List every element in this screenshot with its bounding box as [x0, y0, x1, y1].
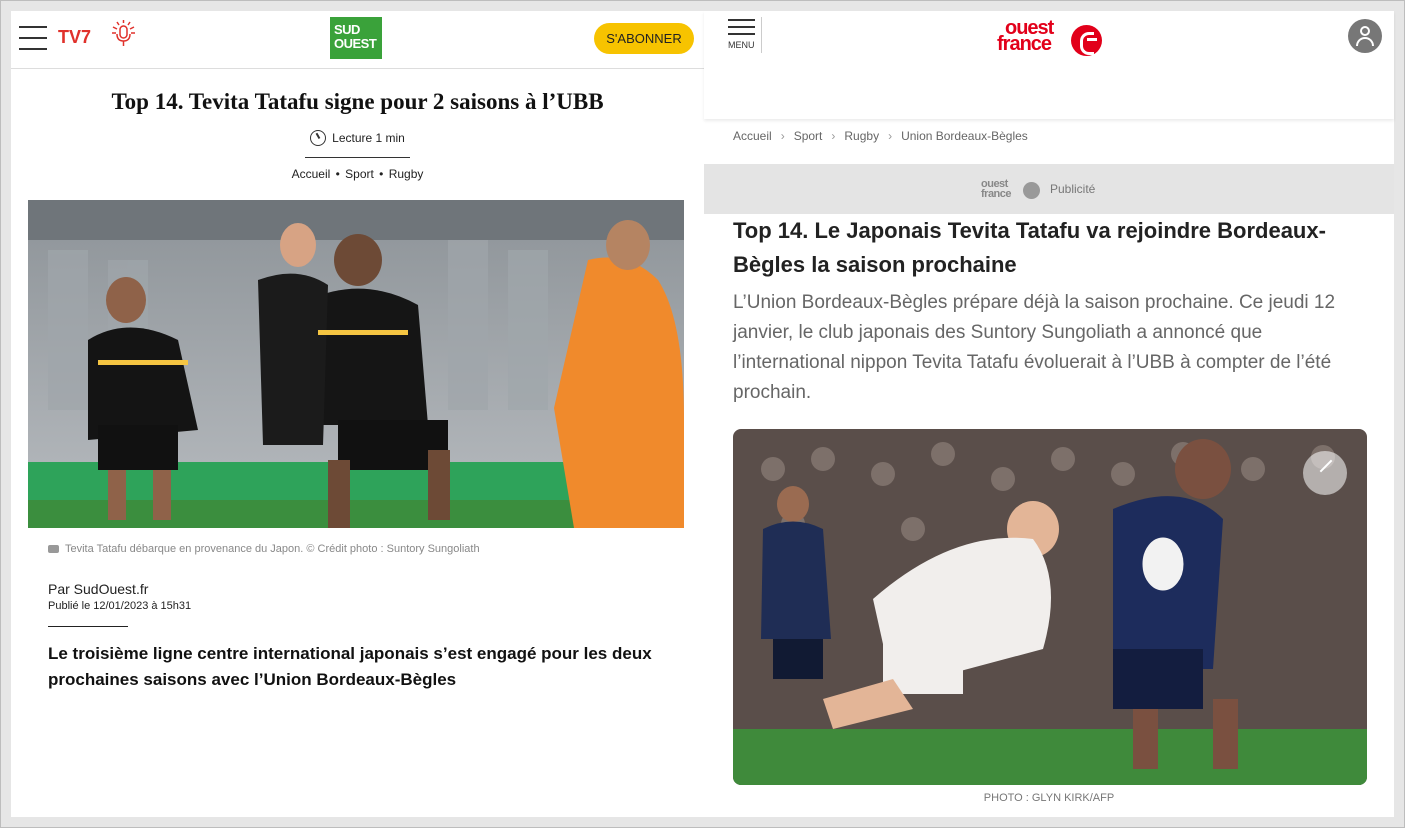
breadcrumb-rugby[interactable]: Rugby [389, 167, 424, 181]
subscribe-button[interactable]: S'ABONNER [594, 23, 694, 54]
article-title: Top 14. Le Japonais Tevita Tatafu va rej… [733, 218, 1326, 277]
breadcrumb-sport[interactable]: Sport [794, 129, 823, 143]
article-lead: Le troisième ligne centre international … [48, 644, 652, 689]
ouestfrance-page: MENU ouest france Accueil › Sport › Rugby › Un… [704, 11, 1394, 817]
chevron-right-icon: › [780, 129, 785, 143]
article-title: Top 14. Tevita Tatafu signe pour 2 saiso… [111, 89, 604, 114]
breadcrumb: Accueil • Sport • Rugby [291, 167, 424, 181]
ouestfrance-header: MENU ouest france [704, 11, 1394, 119]
breadcrumb-ubb[interactable]: Union Bordeaux-Bègles [901, 129, 1028, 143]
article-lead: L’Union Bordeaux-Bègles prépare déjà la … [733, 292, 1336, 403]
user-account-icon[interactable] [1348, 19, 1382, 53]
byline: Par SudOuest.fr [48, 581, 149, 597]
read-time: Lecture 1 min [11, 130, 704, 146]
divider [48, 626, 128, 627]
ad-label: Publicité [1050, 182, 1096, 196]
breadcrumb-rugby[interactable]: Rugby [844, 129, 879, 143]
breadcrumb-accueil[interactable]: Accueil [292, 167, 331, 181]
photo-credit: PHOTO : GLYN KIRK/AFP [983, 792, 1115, 804]
sudouest-logo[interactable]: SUD OUEST [330, 17, 382, 59]
menu-button[interactable]: MENU [726, 17, 762, 53]
article-photo [28, 200, 684, 528]
ad-logo: ouest france [981, 179, 1040, 200]
ouestfrance-logo[interactable]: ouest france [997, 18, 1107, 59]
breadcrumb-sport[interactable]: Sport [345, 167, 374, 181]
breadcrumb: Accueil › Sport › Rugby › Union Bordeaux-Bègle… [733, 129, 1028, 143]
ad-logo-line2: france [981, 188, 1012, 200]
photo-caption-text: Tevita Tatafu débarque en provenance du … [65, 543, 480, 555]
sudouest-page: TV7 SUD OUEST S'ABONNER Top 14. Tevita T… [11, 11, 704, 817]
logo-disc-icon [1071, 25, 1102, 56]
expand-photo-icon[interactable] [1303, 451, 1347, 495]
menu-icon [728, 19, 755, 21]
publish-date: Publié le 12/01/2023 à 15h31 [48, 600, 192, 612]
article-photo[interactable] [733, 429, 1367, 785]
article-photo-image [733, 429, 1367, 785]
breadcrumb-accueil[interactable]: Accueil [733, 129, 772, 143]
logo-text-line1: SUD [334, 22, 360, 37]
menu-label: MENU [728, 40, 755, 50]
logo-text-line2: OUEST [334, 36, 377, 51]
chevron-right-icon: › [888, 129, 893, 143]
ad-banner[interactable]: ouest france Publicité [704, 164, 1394, 214]
logo-disc-icon [1023, 182, 1040, 199]
divider [305, 157, 410, 158]
chevron-right-icon: › [831, 129, 836, 143]
hamburger-menu-icon[interactable] [19, 26, 47, 50]
read-time-label: Lecture 1 min [332, 131, 405, 145]
tv7-link[interactable]: TV7 [58, 27, 91, 48]
sudouest-header: TV7 SUD OUEST S'ABONNER [11, 11, 704, 69]
logo-text-line2: france [997, 33, 1052, 55]
clock-icon [310, 130, 327, 146]
camera-icon [48, 545, 59, 553]
podcast-mic-icon[interactable] [108, 19, 140, 51]
photo-caption: Tevita Tatafu débarque en provenance du … [48, 543, 480, 555]
